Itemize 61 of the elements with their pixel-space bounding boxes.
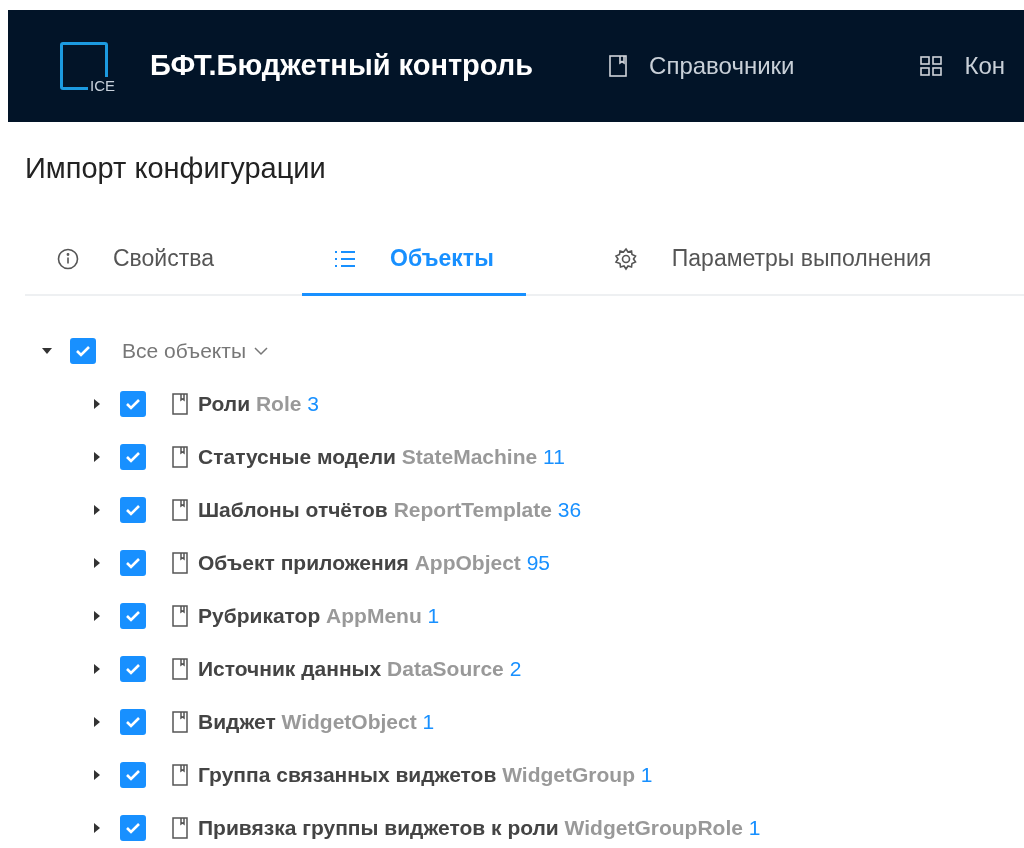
document-icon: [172, 392, 188, 415]
settings-icon: [613, 246, 638, 271]
book-icon: [609, 55, 628, 77]
grid-icon: [920, 56, 943, 76]
caret-icon[interactable]: [92, 398, 102, 409]
document-icon: [172, 816, 188, 839]
checkbox[interactable]: [120, 496, 146, 523]
check-icon: [125, 609, 141, 622]
tree-item-label[interactable]: Роли Role 3: [198, 387, 319, 420]
document-icon: [172, 445, 188, 468]
caret-icon[interactable]: [92, 822, 102, 833]
checkbox[interactable]: [120, 390, 146, 417]
caret-icon[interactable]: [92, 769, 102, 780]
check-icon: [125, 556, 141, 569]
tree-item-label[interactable]: Статусные модели StateMachine 11: [198, 440, 565, 473]
nav-link[interactable]: Справочники: [609, 48, 795, 84]
document-icon: [172, 763, 188, 786]
checkbox[interactable]: [120, 549, 146, 576]
tree-root-dropdown[interactable]: Все объекты: [122, 334, 268, 367]
check-icon: [125, 768, 141, 781]
tree-item-label[interactable]: Виджет WidgetObject 1: [198, 705, 435, 738]
checkbox[interactable]: [120, 761, 146, 788]
check-icon: [125, 503, 141, 516]
caret-icon[interactable]: [92, 610, 102, 621]
nav-link[interactable]: Кон: [920, 48, 1006, 84]
checkbox[interactable]: [120, 708, 146, 735]
tab[interactable]: Параметры выполнения: [581, 224, 964, 296]
info-icon: [57, 247, 79, 270]
tree-item-label[interactable]: Источник данных DataSource 2: [198, 652, 522, 685]
tree-item-label[interactable]: Объект приложения AppObject 95: [198, 546, 551, 579]
list-icon: [334, 249, 356, 268]
check-icon: [125, 821, 141, 834]
document-icon: [172, 604, 188, 627]
tree-item-label[interactable]: Группа связанных виджетов WidgetGroup 1: [198, 758, 653, 791]
caret-icon[interactable]: [92, 663, 102, 674]
checkbox[interactable]: [120, 443, 146, 470]
document-icon: [172, 498, 188, 521]
caret-icon[interactable]: [92, 557, 102, 568]
check-icon: [125, 397, 141, 410]
tree-item-label[interactable]: Рубрикатор AppMenu 1: [198, 599, 440, 632]
check-icon: [125, 715, 141, 728]
caret-icon[interactable]: [42, 345, 52, 356]
checkbox[interactable]: [70, 337, 96, 364]
app-title: БФТ.Бюджетный контроль: [150, 48, 534, 84]
checkbox[interactable]: [120, 814, 146, 841]
caret-icon[interactable]: [92, 504, 102, 515]
checkbox[interactable]: [120, 655, 146, 682]
page-title: Импорт конфигурации: [25, 151, 327, 186]
check-icon: [75, 344, 91, 357]
tab[interactable]: Свойства: [25, 224, 246, 296]
document-icon: [172, 657, 188, 680]
checkbox[interactable]: [120, 602, 146, 629]
caret-icon[interactable]: [92, 716, 102, 727]
tree-item-label[interactable]: Привязка группы виджетов к роли WidgetGroupRole 1: [198, 811, 761, 844]
check-icon: [125, 450, 141, 463]
document-icon: [172, 710, 188, 733]
tree-item-label[interactable]: Шаблоны отчётов ReportTemplate 36: [198, 493, 582, 526]
check-icon: [125, 662, 141, 675]
chevron-down-icon: [254, 345, 268, 356]
document-icon: [172, 551, 188, 574]
caret-icon[interactable]: [92, 451, 102, 462]
